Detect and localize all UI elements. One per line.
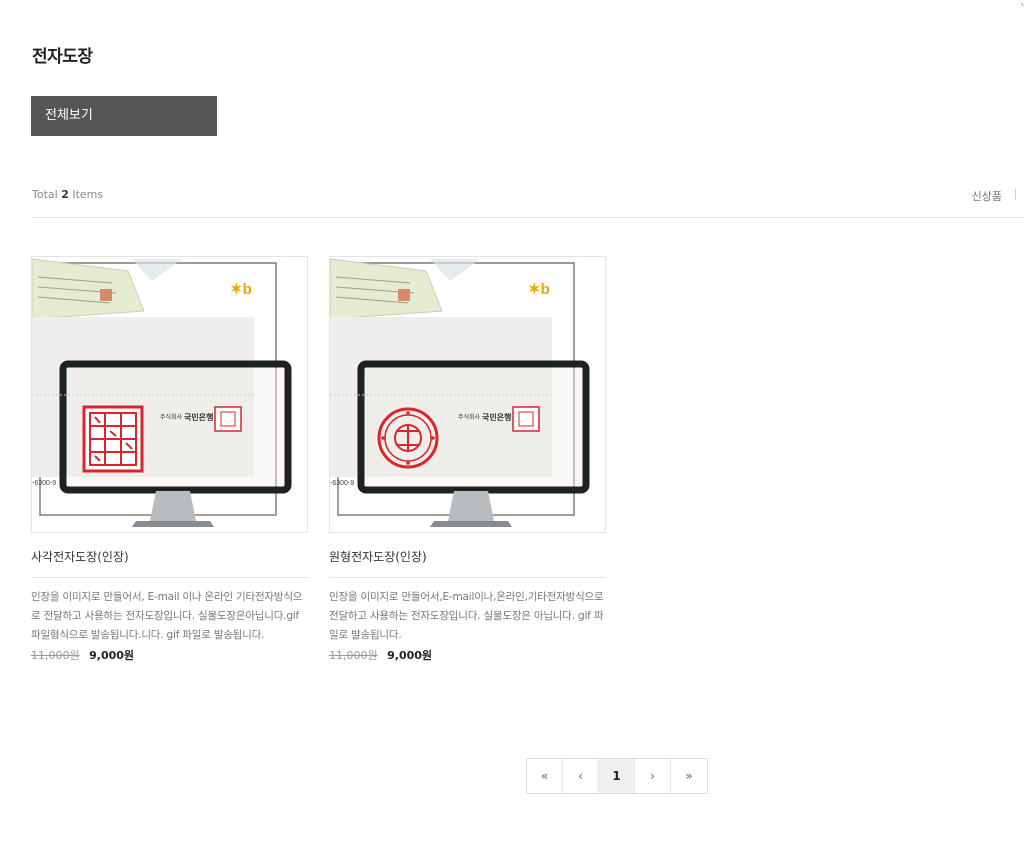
- total-number: 2: [61, 188, 69, 201]
- page-number-button[interactable]: 1: [599, 759, 635, 793]
- product-image: ✶b 주식회사 국민은행 -6300-9: [330, 257, 605, 532]
- product-name[interactable]: 사각전자도장(인장): [31, 548, 308, 578]
- category-all-button[interactable]: 전체보기: [31, 96, 217, 136]
- price-row: 11,000원 9,000원: [31, 647, 308, 663]
- list-header: Total 2 Items 신상품: [31, 180, 1024, 218]
- last-page-button[interactable]: »: [671, 759, 707, 793]
- product-card: ✶b 주식회사 국민은행: [329, 256, 606, 663]
- thumb-company-label: 주식회사: [458, 413, 481, 421]
- total-suffix: Items: [72, 188, 104, 201]
- thumb-bank-label: 국민은행: [482, 412, 511, 422]
- sale-price: 9,000원: [89, 649, 135, 662]
- product-thumbnail[interactable]: ✶b 주식회사 국민은행 -6300-9: [329, 256, 606, 533]
- thumb-bottom-text: -6300-9: [330, 480, 354, 487]
- product-card: ✶b 주식회사 국민은행: [31, 256, 308, 663]
- total-count: Total 2 Items: [32, 188, 103, 201]
- price-row: 11,000원 9,000원: [329, 647, 606, 663]
- svg-text:✶b: ✶b: [528, 281, 550, 298]
- svg-text:✶b: ✶b: [230, 281, 252, 298]
- sort-divider: [1015, 189, 1016, 200]
- sale-price: 9,000원: [387, 649, 433, 662]
- prev-page-button[interactable]: ‹: [563, 759, 599, 793]
- thumb-company-label: 주식회사: [160, 413, 183, 421]
- sort-new-link[interactable]: 신상품: [972, 188, 1002, 204]
- thumb-bank-label: 국민은행: [184, 412, 213, 422]
- first-page-button[interactable]: «: [527, 759, 563, 793]
- original-price: 11,000원: [329, 649, 378, 662]
- total-prefix: Total: [32, 188, 58, 201]
- next-page-button[interactable]: ›: [635, 759, 671, 793]
- thumb-bottom-text: -6300-9: [32, 480, 56, 487]
- product-image: ✶b 주식회사 국민은행 -6300-9: [32, 257, 307, 532]
- original-price: 11,000원: [31, 649, 80, 662]
- page-title: 전자도장: [32, 47, 93, 67]
- product-description: 인장을 이미지로 만들어서, E-mail 이나 온라인 기타전자방식으로 전달…: [31, 591, 303, 641]
- product-description: 인장을 이미지로 만들어서,E-mail이나,온라인,기타전자방식으로 전달하고…: [329, 591, 604, 641]
- product-thumbnail[interactable]: ✶b 주식회사 국민은행 -6300-9: [31, 256, 308, 533]
- pagination: « ‹ 1 › »: [526, 758, 708, 794]
- product-name[interactable]: 원형전자도장(인장): [329, 548, 606, 578]
